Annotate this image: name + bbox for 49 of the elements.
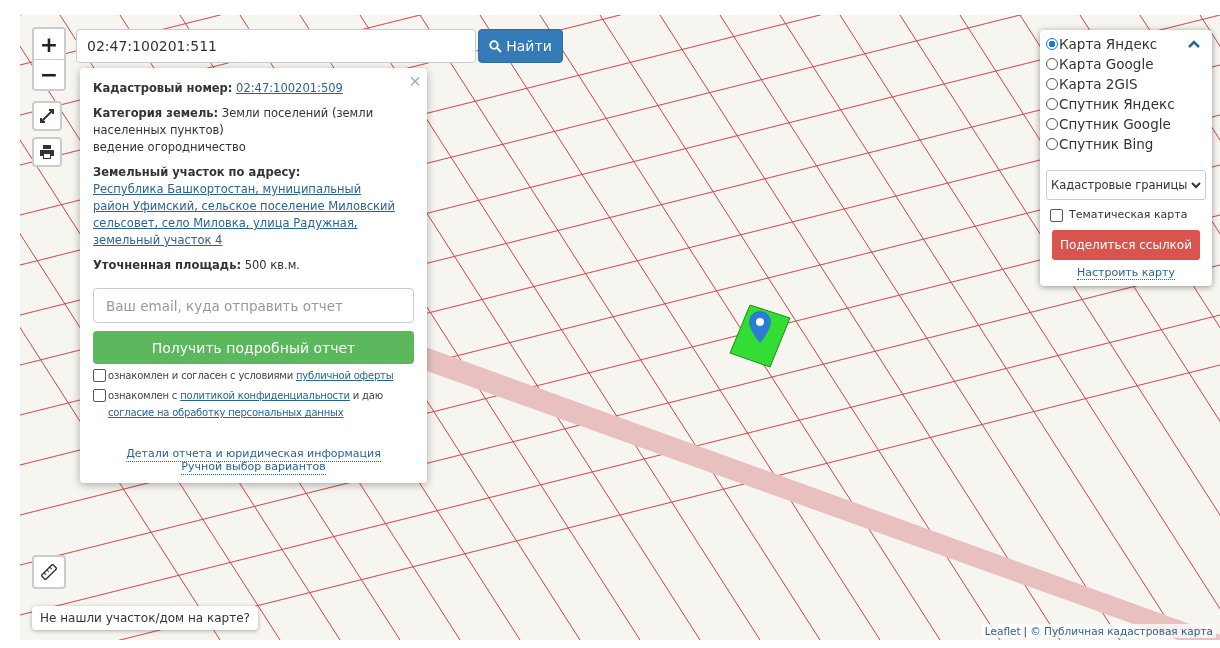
share-link-button[interactable]: Поделиться ссылкой [1052, 230, 1200, 260]
checkbox[interactable] [1050, 209, 1063, 222]
info-field: Категория земель: Земли поселений (земли населенных пунктов) ведение огородничество [93, 105, 414, 156]
fullscreen-button[interactable] [32, 101, 62, 131]
email-field[interactable]: Ваш email, куда отправить отчет [93, 288, 414, 323]
search-field[interactable]: 02:47:100201:511 [76, 29, 476, 63]
leaflet-link[interactable]: Leaflet [984, 625, 1021, 637]
agreement-link[interactable]: политикой конфиденциальности [180, 390, 350, 401]
radio-button[interactable] [1046, 118, 1058, 130]
map-layer-option[interactable]: Карта 2GIS [1046, 74, 1206, 94]
checkbox-label: Тематическая карта [1069, 208, 1188, 221]
radio-button[interactable] [1046, 58, 1058, 70]
zoom-out-button[interactable]: − [34, 59, 64, 89]
radio-button[interactable] [1046, 98, 1058, 110]
printer-icon [40, 145, 54, 159]
chevron-down-icon [1191, 181, 1201, 189]
ruler-button[interactable] [32, 555, 66, 589]
location-pin-icon[interactable] [749, 311, 771, 343]
radio-button[interactable] [1046, 38, 1058, 50]
expand-icon [39, 108, 55, 124]
map-layer-option[interactable]: Карта Google [1046, 54, 1206, 74]
info-field: Уточненная площадь: 500 кв.м. [93, 257, 414, 274]
search-button[interactable]: Найти [478, 29, 563, 63]
overlay-select[interactable]: Кадастровые границы [1046, 170, 1206, 200]
dotted-link[interactable]: Детали отчета и юридическая информация [126, 447, 381, 462]
separator: | [1023, 625, 1028, 637]
ruler-icon [41, 564, 57, 580]
map-layer-option[interactable]: Карта Яндекс [1046, 34, 1206, 54]
search-icon [489, 39, 503, 53]
radio-button[interactable] [1046, 138, 1058, 150]
agreement-link[interactable]: согласие на обработку персональных данных [108, 407, 344, 418]
agreement-link[interactable]: публичной оферты [295, 370, 394, 381]
info-field: Земельный участок по адресу: Республика Башкортостан, муниципальный район Уфимский, сельское поселение Миловский сельсовет, село Миловка, улица Радужная, земельный участок 4 [93, 164, 414, 249]
not-found-button[interactable]: Не нашли участок/дом на карте? [32, 606, 258, 630]
print-button[interactable] [32, 137, 62, 167]
info-link[interactable]: 02:47:100201:509 [236, 81, 343, 95]
source-link[interactable]: © Публичная кадастровая карта [1030, 625, 1213, 637]
info-link[interactable]: Республика Башкортостан, муниципальный район Уфимский, сельское поселение Миловский сельсовет, село Миловка, улица Радужная, земельный участок 4 [93, 181, 398, 249]
map-layer-option[interactable]: Спутник Яндекс [1046, 94, 1206, 114]
radio-button[interactable] [1046, 78, 1058, 90]
agreement-text: ознакомлен и согласен с условиями публичной оферты [108, 369, 394, 383]
dotted-link[interactable]: Ручной выбор вариантов [181, 460, 326, 475]
map-layer-option[interactable]: Спутник Google [1046, 114, 1206, 134]
map-settings-link[interactable]: Настроить карту [1077, 266, 1175, 280]
checkbox[interactable] [93, 389, 106, 402]
checkbox[interactable] [93, 369, 106, 382]
collapse-chevron-icon[interactable] [1188, 40, 1200, 48]
map-layer-option[interactable]: Спутник Bing [1046, 134, 1206, 154]
agreement-text: ознакомлен с политикой конфиденциальности и даю согласие на обработку персональных данных [108, 389, 384, 420]
